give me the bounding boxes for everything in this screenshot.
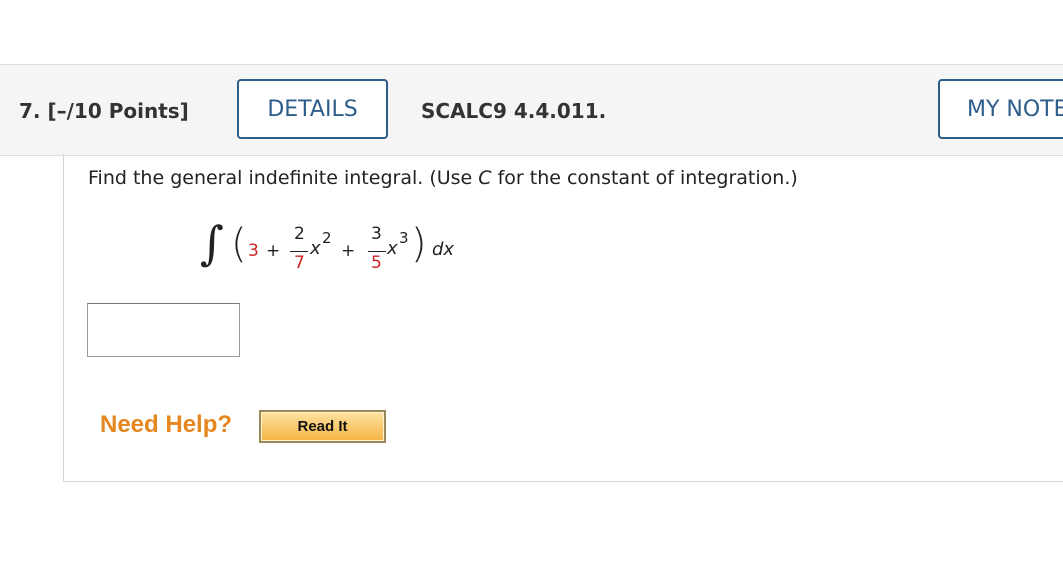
right-paren: ) [411, 221, 427, 267]
frac1-denominator: 7 [294, 253, 305, 273]
prompt-text-after: for the constant of integration.) [491, 167, 798, 189]
my-notes-button[interactable]: MY NOTES [938, 79, 1063, 139]
dx-term: dx [432, 239, 455, 260]
problem-prompt: Find the general indefinite integral. (U… [88, 167, 798, 189]
frac2-numerator: 3 [371, 224, 382, 244]
exponent-2: 3 [399, 229, 409, 247]
answer-input[interactable] [87, 303, 240, 357]
var-x-1: x [310, 238, 321, 259]
need-help-label: Need Help? [100, 411, 233, 438]
left-paren: ( [231, 221, 247, 267]
question-number-points: 7. [–/10 Points] [19, 99, 189, 123]
prompt-text-before: Find the general indefinite integral. (U… [88, 167, 479, 189]
frac2-denominator: 5 [371, 253, 382, 273]
var-x-2: x [387, 238, 398, 259]
plus-sign-1: + [266, 241, 281, 261]
read-it-button[interactable]: Read It [259, 410, 386, 443]
plus-sign-2: + [341, 241, 356, 261]
integral-sign: ∫ [200, 216, 224, 270]
question-reference: SCALC9 4.4.011. [421, 99, 607, 123]
exponent-1: 2 [322, 229, 332, 247]
frac2-bar [368, 251, 386, 252]
details-button[interactable]: DETAILS [237, 79, 388, 139]
frac1-numerator: 2 [294, 224, 305, 244]
prompt-constant-var: C [478, 167, 492, 189]
const-term: 3 [248, 241, 259, 261]
frac1-bar [290, 251, 308, 252]
